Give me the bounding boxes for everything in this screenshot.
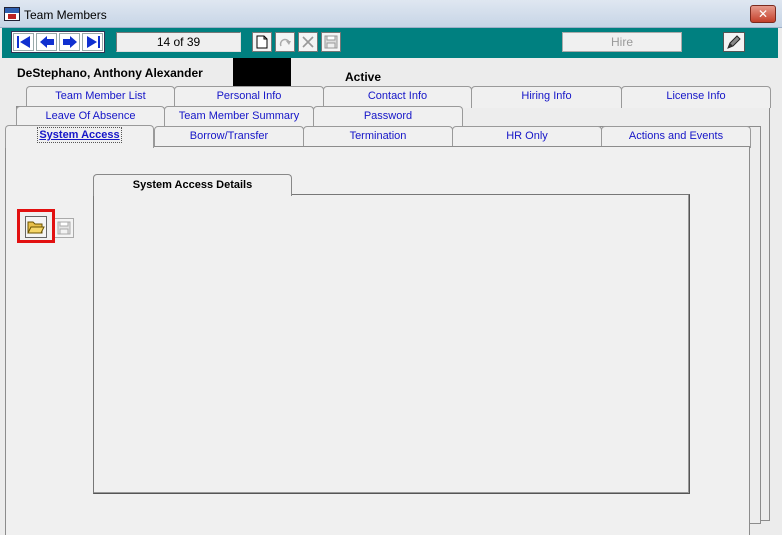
record-navigation	[11, 31, 105, 53]
tab-termination[interactable]: Termination	[303, 126, 453, 148]
tab-label: Actions and Events	[628, 130, 724, 142]
previous-arrow-icon	[39, 36, 54, 48]
window-title: Team Members	[24, 8, 107, 22]
record-toolbar: 14 of 39 Hire	[2, 28, 778, 58]
system-access-details-panel	[93, 194, 690, 494]
tab-label: Personal Info	[216, 90, 282, 102]
tab-label: System Access	[37, 127, 122, 143]
redo-icon	[279, 38, 291, 47]
tab-label: Borrow/Transfer	[189, 130, 269, 142]
next-record-button[interactable]	[59, 33, 80, 51]
member-photo	[233, 58, 291, 86]
edit-button[interactable]	[723, 32, 745, 52]
tab-borrow-transfer[interactable]: Borrow/Transfer	[154, 126, 304, 148]
app-icon	[4, 7, 20, 21]
last-record-icon	[86, 36, 100, 48]
tab-label: Team Member List	[55, 90, 146, 102]
tab-label: Termination	[349, 130, 407, 142]
tab-contact-info[interactable]: Contact Info	[323, 86, 472, 108]
tab-hr-only[interactable]: HR Only	[452, 126, 602, 148]
delete-x-icon	[302, 36, 314, 48]
highlight-box	[17, 209, 55, 243]
tab-team-member-list[interactable]: Team Member List	[26, 86, 175, 108]
tab-label: Contact Info	[367, 90, 428, 102]
next-arrow-icon	[62, 36, 77, 48]
tab-password[interactable]: Password	[313, 106, 463, 128]
delete-button[interactable]	[298, 32, 318, 52]
last-record-button[interactable]	[82, 33, 103, 51]
tab-license-info[interactable]: License Info	[621, 86, 771, 108]
title-bar: Team Members ✕	[0, 0, 782, 28]
save-button[interactable]	[321, 32, 341, 52]
new-record-button[interactable]	[252, 32, 272, 52]
tab-label: Hiring Info	[521, 90, 572, 102]
first-record-icon	[16, 36, 30, 48]
tab-personal-info[interactable]: Personal Info	[174, 86, 324, 108]
tab-label: Team Member Summary	[178, 110, 300, 122]
save-disk-icon	[324, 35, 338, 49]
save-disk-icon	[57, 221, 71, 235]
tab-label: Password	[363, 110, 413, 122]
first-record-button[interactable]	[13, 33, 34, 51]
member-name: DeStephano, Anthony Alexander	[17, 66, 203, 80]
previous-record-button[interactable]	[36, 33, 57, 51]
pencil-edit-icon	[727, 35, 741, 49]
tab-label: Leave Of Absence	[45, 110, 136, 122]
tab-hiring-info[interactable]: Hiring Info	[471, 86, 622, 108]
tab-team-member-summary[interactable]: Team Member Summary	[164, 106, 314, 128]
hire-button[interactable]: Hire	[562, 32, 682, 52]
tab-label: HR Only	[506, 130, 548, 142]
tab-label: License Info	[666, 90, 726, 102]
record-position: 14 of 39	[116, 32, 241, 52]
tab-system-access-details[interactable]: System Access Details	[93, 174, 292, 196]
new-document-icon	[256, 35, 268, 49]
tab-actions-and-events[interactable]: Actions and Events	[601, 126, 751, 148]
save-details-button[interactable]	[54, 218, 74, 238]
close-button[interactable]: ✕	[750, 5, 776, 23]
member-status: Active	[345, 70, 382, 84]
tab-system-access[interactable]: System Access	[5, 125, 154, 148]
redo-button[interactable]	[275, 32, 295, 52]
